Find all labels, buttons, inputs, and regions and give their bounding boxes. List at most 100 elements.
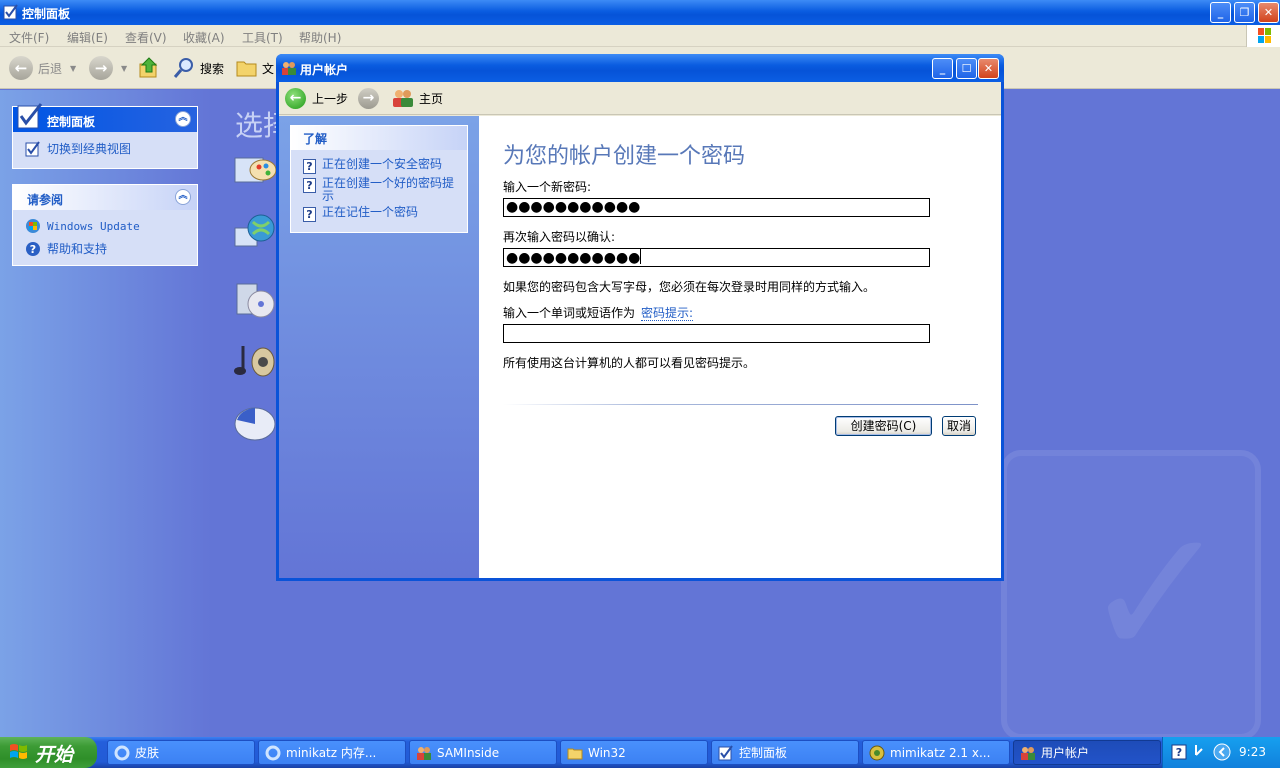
start-button[interactable]: 开始 (0, 737, 97, 768)
menu-view[interactable]: 查看(V) (125, 29, 167, 46)
learn-link-password-hint[interactable]: ? 正在创建一个好的密码提示 (291, 175, 467, 204)
divider (503, 404, 978, 405)
windows-update-link[interactable]: Windows Update (13, 210, 197, 237)
clock: 9:23 (1239, 745, 1266, 759)
help-tray-icon[interactable]: ? (1171, 744, 1187, 760)
dialog-maximize-button[interactable]: ☐ (956, 58, 977, 79)
add-remove-programs-icon[interactable] (233, 276, 277, 320)
learn-link-secure-password[interactable]: ? 正在创建一个安全密码 (291, 150, 467, 175)
close-button[interactable]: ✕ (1258, 2, 1279, 23)
show-hidden-icons-icon[interactable] (1213, 743, 1231, 761)
system-tray: ? 9:23 (1162, 737, 1280, 768)
forward-arrow-icon: → (358, 87, 379, 109)
taskbar-item-mimikatz[interactable]: mimikatz 2.1 x... (862, 740, 1010, 765)
taskbar-item-minikatz[interactable]: minikatz 内存... (258, 740, 406, 765)
ie-icon (265, 745, 281, 760)
folders-button[interactable]: 文 (236, 55, 274, 81)
collapse-chevron-icon[interactable]: ︽ (175, 111, 191, 127)
chevron-down-icon: ▼ (70, 63, 77, 73)
sounds-audio-icon[interactable] (233, 338, 277, 382)
dialog-minimize-button[interactable]: _ (932, 58, 953, 79)
svg-text:?: ? (30, 243, 36, 256)
taskbar: 开始 皮肤 minikatz 内存... SAMInside Win32 控制面… (0, 737, 1280, 768)
performance-maintenance-icon[interactable] (233, 400, 277, 444)
control-panel-icon (25, 140, 40, 156)
page-title: 为您的帐户创建一个密码 (503, 144, 746, 169)
users-icon (1021, 746, 1035, 760)
control-panel-icon (3, 4, 18, 20)
help-topic-icon: ? (303, 178, 316, 193)
confirm-password-input[interactable]: ●●●●●●●●●●● (503, 248, 930, 267)
menu-favorites[interactable]: 收藏(A) (183, 29, 225, 46)
help-icon: ? (26, 241, 40, 256)
password-hint-input[interactable] (503, 324, 930, 343)
taskbar-item-saminside[interactable]: SAMInside (409, 740, 557, 765)
hint-label-row: 输入一个单词或短语作为 密码提示: (503, 304, 694, 321)
dialog-body: ← 上一步 → 主页 了解 ? 正在创建一个安全密码 ? 正在创建一个好的密码提… (279, 82, 1001, 578)
text-caret (640, 249, 642, 264)
nav-back-button[interactable]: ← 上一步 (285, 86, 348, 110)
windows-flag-icon (10, 744, 27, 759)
control-panel-taskbox: 控制面板 ︽ 切换到经典视图 (12, 103, 198, 169)
appearance-themes-icon[interactable] (233, 150, 277, 194)
taskbar-item-user-accounts[interactable]: 用户帐户 (1013, 740, 1161, 765)
menu-help[interactable]: 帮助(H) (299, 29, 341, 46)
ie-icon (114, 745, 130, 760)
dialog-titlebar[interactable]: 用户帐户 _ ☐ ✕ (276, 54, 1004, 82)
menu-tools[interactable]: 工具(T) (242, 29, 283, 46)
taskbar-item-win32[interactable]: Win32 (560, 740, 708, 765)
cancel-button[interactable]: 取消 (942, 416, 976, 436)
see-also-header[interactable]: 请参阅 ︽ (13, 185, 197, 210)
search-button[interactable]: 搜索 (172, 55, 224, 81)
users-icon (417, 746, 431, 760)
nav-forward-button[interactable]: → (358, 86, 379, 110)
new-password-label: 输入一个新密码: (503, 180, 592, 194)
help-support-link[interactable]: ? 帮助和支持 (13, 237, 197, 260)
menu-bar: 文件(F) 编辑(E) 查看(V) 收藏(A) 工具(T) 帮助(H) (0, 25, 1280, 47)
minimize-button[interactable]: _ (1210, 2, 1231, 23)
volume-icon[interactable] (1193, 743, 1205, 761)
network-icon[interactable] (233, 212, 277, 256)
up-folder-icon (139, 57, 158, 78)
task-pane: 控制面板 ︽ 切换到经典视图 请参阅 ︽ Windows Update ? 帮助… (0, 90, 211, 737)
learn-about-taskbox: 了解 ? 正在创建一个安全密码 ? 正在创建一个好的密码提示 ? 正在记住一个密… (290, 125, 468, 233)
menu-edit[interactable]: 编辑(E) (67, 29, 108, 46)
help-topic-icon: ? (303, 207, 316, 222)
forward-button[interactable]: → ▼ (89, 55, 127, 81)
window-title: 控制面板 (22, 7, 71, 21)
taskbar-item-skin[interactable]: 皮肤 (107, 740, 255, 765)
new-password-input[interactable]: ●●●●●●●●●●● (503, 198, 930, 217)
search-icon (173, 58, 193, 78)
check-watermark-icon: ✓ (1081, 490, 1232, 699)
menu-file[interactable]: 文件(F) (9, 29, 49, 46)
hint-label: 输入一个单词或短语作为 (503, 306, 636, 320)
mimikatz-icon (869, 745, 885, 760)
see-also-taskbox: 请参阅 ︽ Windows Update ? 帮助和支持 (12, 184, 198, 266)
hint-visibility-note: 所有使用这台计算机的人都可以看见密码提示。 (503, 356, 756, 370)
user-accounts-home-icon (393, 90, 413, 107)
learn-link-remember-password[interactable]: ? 正在记住一个密码 (291, 204, 467, 223)
taskbar-item-control-panel[interactable]: 控制面板 (711, 740, 859, 765)
svg-text:?: ? (1176, 746, 1182, 759)
folder-icon (567, 748, 583, 759)
nav-home-button[interactable]: 主页 (392, 86, 443, 110)
forward-arrow-icon: → (89, 56, 113, 80)
control-panel-icon (718, 744, 733, 760)
create-password-form: 为您的帐户创建一个密码 输入一个新密码: ●●●●●●●●●●● 再次输入密码以… (479, 116, 1001, 578)
user-accounts-icon (282, 62, 296, 75)
up-folder-button[interactable] (138, 55, 160, 81)
collapse-chevron-icon[interactable]: ︽ (175, 189, 191, 205)
control-panel-titlebar[interactable]: 控制面板 _ ❐ ✕ (0, 0, 1280, 25)
folder-icon (236, 61, 257, 77)
back-button[interactable]: ← 后退 ▼ (9, 55, 76, 81)
create-password-button[interactable]: 创建密码(C) (835, 416, 932, 436)
control-panel-taskbox-header[interactable]: 控制面板 ︽ (13, 103, 197, 132)
dialog-left-pane: 了解 ? 正在创建一个安全密码 ? 正在创建一个好的密码提示 ? 正在记住一个密… (279, 116, 479, 578)
switch-classic-view-link[interactable]: 切换到经典视图 (13, 132, 197, 160)
dialog-close-button[interactable]: ✕ (978, 58, 999, 79)
back-arrow-icon: ← (9, 56, 33, 80)
start-label: 开始 (35, 744, 74, 766)
back-arrow-icon: ← (285, 87, 306, 109)
password-hint-link[interactable]: 密码提示: (641, 306, 694, 321)
restore-button[interactable]: ❐ (1234, 2, 1255, 23)
